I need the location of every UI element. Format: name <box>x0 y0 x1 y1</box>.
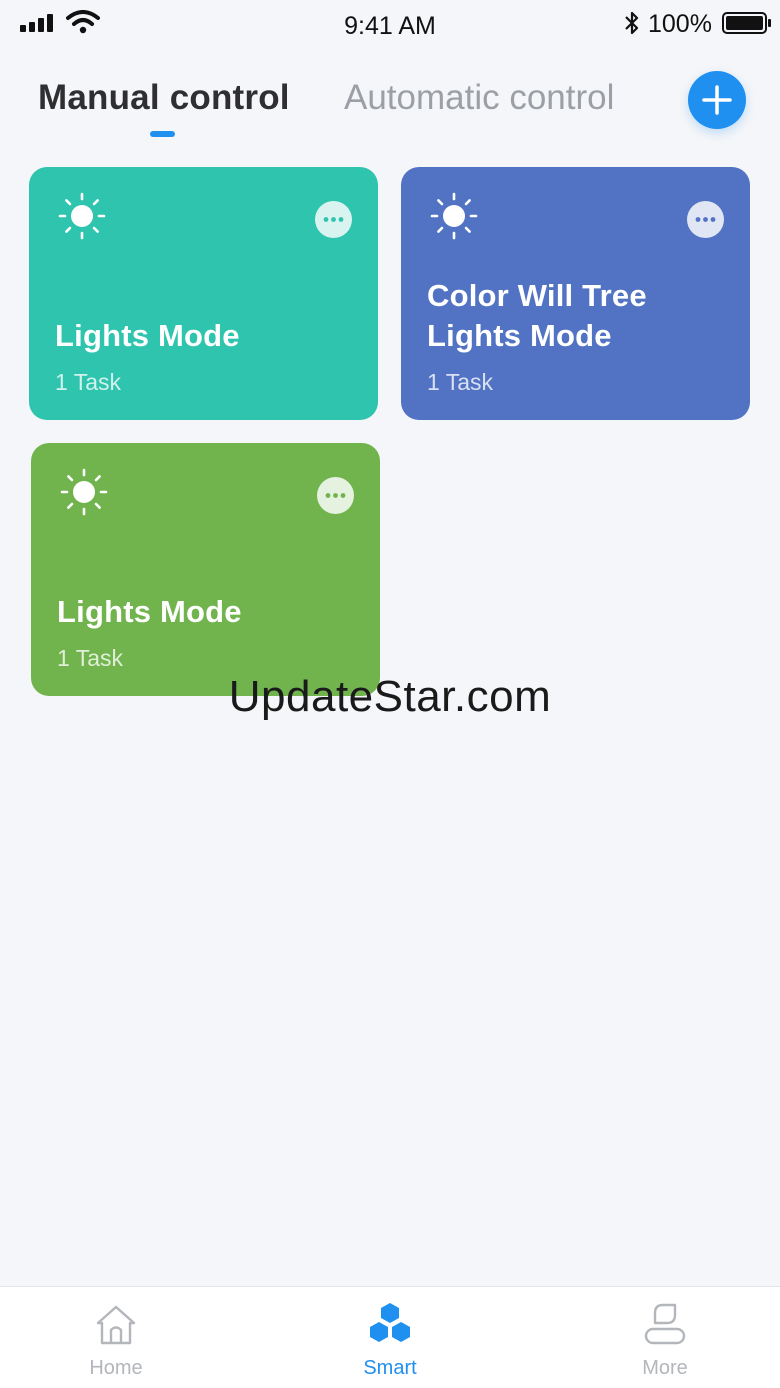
card-more-button[interactable] <box>315 201 352 238</box>
nav-label-more: More <box>642 1357 688 1379</box>
nav-label-home: Home <box>89 1357 143 1379</box>
ellipsis-icon <box>695 217 716 222</box>
card-title: Lights Mode <box>55 318 240 353</box>
card-more-button[interactable] <box>317 477 354 514</box>
ellipsis-icon <box>325 493 346 498</box>
bluetooth-icon <box>625 11 639 35</box>
nav-label-smart: Smart <box>363 1357 417 1379</box>
status-bar: 9:41 AM 100% <box>0 0 780 52</box>
sun-icon <box>60 468 108 516</box>
battery-percent: 100% <box>648 10 712 38</box>
smart-hexagon-icon <box>370 1303 410 1342</box>
card-task-count: 1 Task <box>427 369 494 395</box>
nav-item-home[interactable]: Home <box>36 1287 196 1388</box>
card-task-count: 1 Task <box>55 369 122 395</box>
tab-automatic-control[interactable]: Automatic control <box>344 78 614 118</box>
tab-manual-control[interactable]: Manual control <box>38 78 290 118</box>
sun-icon <box>430 192 478 240</box>
active-tab-indicator <box>150 131 175 137</box>
add-button[interactable] <box>688 71 746 129</box>
card-title: Color Will Tree Lights Mode <box>427 278 647 353</box>
ellipsis-icon <box>323 217 344 222</box>
watermark: UpdateStar.com <box>228 672 552 721</box>
scene-card[interactable]: Lights Mode 1 Task <box>31 443 380 696</box>
scene-card[interactable]: Lights Mode 1 Task <box>29 167 378 420</box>
home-icon <box>96 1305 136 1345</box>
battery-icon <box>722 12 771 34</box>
scene-card[interactable]: Color Will Tree Lights Mode 1 Task <box>401 167 750 420</box>
card-title: Lights Mode <box>57 594 242 629</box>
card-task-count: 1 Task <box>57 645 124 671</box>
card-more-button[interactable] <box>687 201 724 238</box>
sun-icon <box>58 192 106 240</box>
more-profile-icon <box>644 1303 686 1345</box>
plus-icon <box>702 85 732 115</box>
nav-item-more[interactable]: More <box>585 1287 745 1388</box>
bottom-nav: Home Smart More <box>0 1286 780 1388</box>
nav-item-smart[interactable]: Smart <box>310 1287 470 1388</box>
